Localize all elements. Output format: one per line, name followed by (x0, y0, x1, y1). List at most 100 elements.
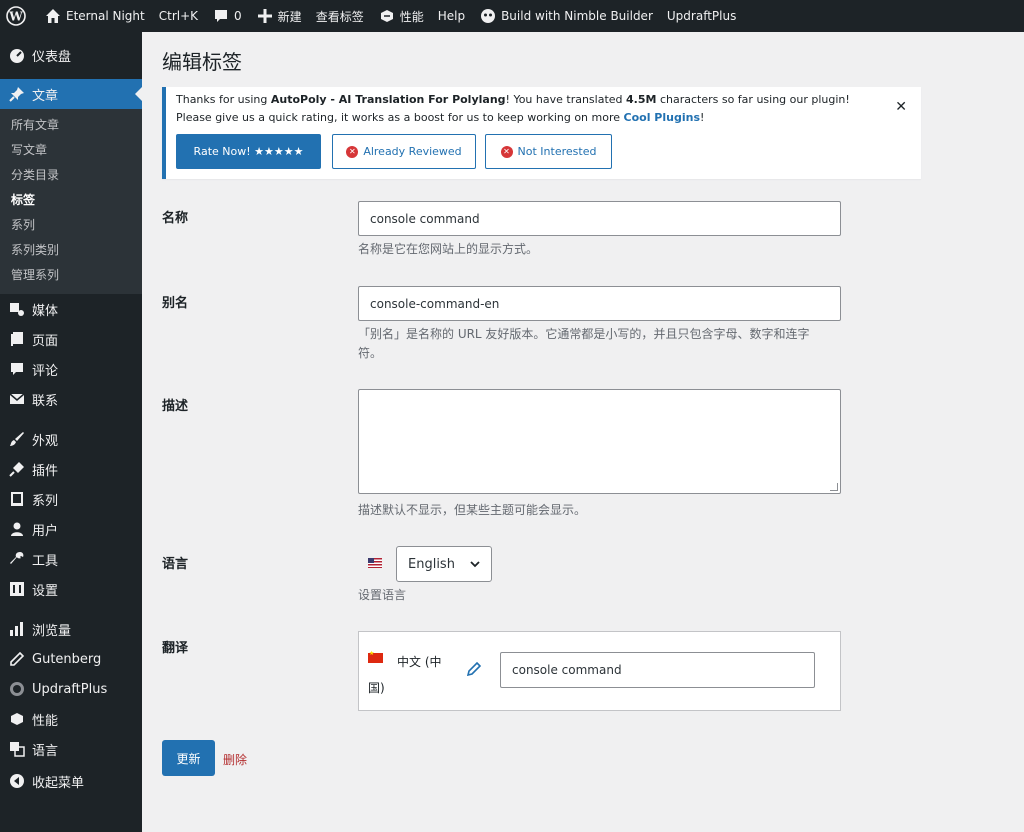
notice-char-count: 4.5M (626, 93, 657, 106)
menu-settings-label: 设置 (32, 583, 59, 599)
shortcut-label: Ctrl+K (158, 9, 199, 23)
menu-languages-label: 语言 (32, 743, 59, 759)
updraftplus-label: UpdraftPlus (666, 9, 737, 23)
plus-icon (256, 7, 274, 25)
submenu-series-categories[interactable]: 系列类别 (0, 238, 142, 263)
not-interested-button[interactable]: ✕ Not Interested (485, 134, 612, 169)
home-icon (44, 7, 62, 25)
help-item[interactable]: Help (431, 0, 472, 32)
menu-stats[interactable]: 浏览量 (0, 614, 142, 644)
help-label: Help (437, 9, 466, 23)
notice-text: Please give us a quick rating, it works … (176, 111, 624, 124)
menu-dashboard[interactable]: 仪表盘 (0, 32, 142, 79)
submenu-manage-series[interactable]: 管理系列 (0, 263, 142, 288)
comments-item[interactable]: 0 (205, 0, 249, 32)
menu-languages[interactable]: 语言 (0, 734, 142, 764)
nimble-builder-item[interactable]: Build with Nimble Builder (472, 0, 660, 32)
name-input[interactable]: console command (358, 201, 841, 236)
pin-icon (8, 85, 26, 103)
menu-updraftplus[interactable]: UpdraftPlus (0, 674, 142, 704)
notice-text: ! You have translated (505, 93, 627, 106)
notice-text: characters so far using our plugin! (656, 93, 850, 106)
notice-line-2: Please give us a quick rating, it works … (176, 111, 704, 124)
translations-box: 中文 (中 国) console command (358, 631, 841, 711)
admin-bar: W Eternal Night Ctrl+K 0 新建 查看标签 性能 Help (0, 0, 1024, 32)
menu-users-label: 用户 (32, 523, 59, 539)
submenu-categories[interactable]: 分类目录 (0, 163, 142, 188)
update-button[interactable]: 更新 (162, 740, 215, 776)
menu-users[interactable]: 用户 (0, 514, 142, 544)
book-icon (8, 490, 26, 508)
menu-tools[interactable]: 工具 (0, 544, 142, 574)
menu-contact[interactable]: 联系 (0, 384, 142, 414)
slug-label: 别名 (162, 296, 189, 311)
menu-dashboard-label: 仪表盘 (32, 50, 72, 65)
translation-language-line-2: 国) (368, 681, 385, 695)
menu-plugins[interactable]: 插件 (0, 454, 142, 484)
not-interested-label: Not Interested (517, 145, 597, 158)
command-palette-shortcut[interactable]: Ctrl+K (152, 0, 205, 32)
already-reviewed-button[interactable]: ✕ Already Reviewed (332, 134, 476, 169)
menu-plugins-label: 插件 (32, 463, 59, 479)
wordpress-logo-item[interactable]: W (0, 0, 37, 32)
paintbrush-icon (8, 430, 26, 448)
posts-submenu: 所有文章 写文章 分类目录 标签 系列 系列类别 管理系列 (0, 109, 142, 294)
submenu-write-post[interactable]: 写文章 (0, 138, 142, 163)
rate-now-button[interactable]: Rate Now! ★★★★★ (176, 134, 321, 169)
comments-count: 0 (234, 9, 242, 23)
site-name-item[interactable]: Eternal Night (37, 0, 152, 32)
menu-series-label: 系列 (32, 493, 59, 509)
submenu-tags[interactable]: 标签 (0, 188, 142, 213)
menu-pages[interactable]: 页面 (0, 324, 142, 354)
page-title: 编辑标签 (162, 50, 242, 74)
notice-plugin-name: AutoPoly - AI Translation For Polylang (270, 93, 506, 106)
menu-gutenberg-label: Gutenberg (32, 651, 102, 667)
already-reviewed-label: Already Reviewed (363, 145, 462, 158)
menu-appearance-label: 外观 (32, 433, 59, 449)
menu-performance[interactable]: 性能 (0, 704, 142, 734)
us-flag-icon (368, 558, 382, 568)
menu-media[interactable]: 媒体 (0, 294, 142, 324)
wordpress-icon: W (6, 6, 26, 26)
name-description: 名称是它在您网站上的显示方式。 (358, 242, 539, 256)
language-label: 语言 (162, 557, 189, 572)
new-content-item[interactable]: 新建 (249, 0, 309, 32)
cool-plugins-link[interactable]: Cool Plugins (624, 111, 700, 124)
x-circle-icon: ✕ (346, 145, 359, 158)
menu-settings[interactable]: 设置 (0, 574, 142, 604)
menu-comments[interactable]: 评论 (0, 354, 142, 384)
translation-input[interactable]: console command (500, 652, 815, 688)
site-name: Eternal Night (66, 9, 145, 23)
performance-item[interactable]: 性能 (371, 0, 431, 32)
dashboard-icon (8, 47, 26, 65)
admin-sidebar: 仪表盘 文章 所有文章 写文章 分类目录 标签 系列 系列类别 管理系列 媒体 … (0, 32, 142, 832)
submenu-series[interactable]: 系列 (0, 213, 142, 238)
menu-comments-label: 评论 (32, 363, 59, 379)
delete-link[interactable]: 删除 (223, 751, 247, 768)
menu-gutenberg[interactable]: Gutenberg (0, 644, 142, 674)
menu-pages-label: 页面 (32, 333, 59, 349)
description-help: 描述默认不显示，但某些主题可能会显示。 (358, 503, 587, 517)
menu-appearance[interactable]: 外观 (0, 424, 142, 454)
china-flag-icon (368, 650, 383, 663)
close-icon[interactable]: ✕ (895, 99, 907, 115)
submenu-all-posts[interactable]: 所有文章 (0, 113, 142, 138)
edit-pencil-icon[interactable] (466, 661, 482, 680)
collapse-menu[interactable]: 收起菜单 (0, 766, 142, 796)
menu-updraftplus-label: UpdraftPlus (32, 681, 108, 697)
resize-handle-icon[interactable] (830, 483, 838, 491)
x-circle-icon: ✕ (500, 145, 513, 158)
slug-description-line-1: 「别名」是名称的 URL 友好版本。它通常都是小写的，并且只包含字母、数字和连字 (358, 327, 810, 341)
slug-input[interactable]: console-command-en (358, 286, 841, 321)
mail-icon (8, 390, 26, 408)
description-textarea[interactable] (358, 389, 841, 494)
svg-text:W: W (8, 10, 23, 24)
menu-posts[interactable]: 文章 (0, 79, 142, 109)
language-select[interactable]: English (396, 546, 492, 582)
plugin-icon (8, 460, 26, 478)
menu-series[interactable]: 系列 (0, 484, 142, 514)
wrench-icon (8, 550, 26, 568)
menu-stats-label: 浏览量 (32, 623, 72, 639)
view-tag-item[interactable]: 查看标签 (309, 0, 371, 32)
updraftplus-item[interactable]: UpdraftPlus (660, 0, 743, 32)
